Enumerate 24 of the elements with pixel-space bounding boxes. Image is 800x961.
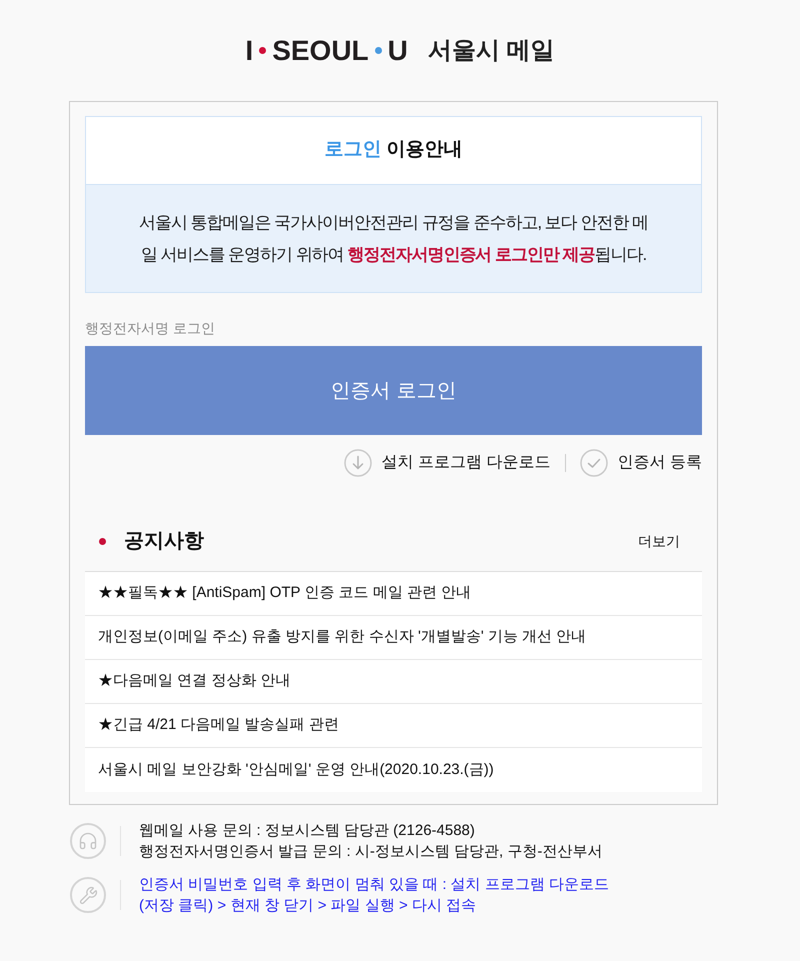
notice-item[interactable]: ★★필독★★ [AntiSpam] OTP 인증 코드 메일 관련 안내 [85, 572, 702, 616]
notice-item[interactable]: 서울시 메일 보안강화 '안심메일' 운영 안내(2020.10.23.(금)) [85, 748, 702, 792]
notice-title: 공지사항 [124, 529, 204, 554]
logo-text: SEOUL [272, 36, 369, 64]
login-label: 행정전자서명 로그인 [85, 319, 216, 337]
down-arrow-circle-icon [344, 449, 372, 477]
contact-text: 웹메일 사용 문의 : 정보시스템 담당관 (2126-4588) [139, 821, 476, 841]
contact-text: 행정전자서명인증서 발급 문의 : 시-정보시스템 담당관, 구청-전산부서 [139, 842, 604, 862]
logo-text: I [245, 36, 254, 64]
notice-item[interactable]: 개인정보(이메일 주소) 유출 방지를 위한 수신자 '개별발송' 기능 개선 안내 [85, 616, 702, 660]
logo-text: U [388, 36, 408, 64]
notice-item[interactable]: ★긴급 4/21 다음메일 발송실패 관련 [85, 704, 702, 748]
info-text: 서울시 통합메일은 국가사이버안전관리 규정을 준수하고, 보다 안전한 메일 서비스를 운영하기 위하여 행정전자서명인증서 로그인만 제공됩니다. [138, 212, 650, 266]
bullet-icon [99, 538, 106, 544]
notice-item[interactable]: ★다음메일 연결 정상화 안내 [85, 660, 702, 704]
headset-icon [70, 823, 106, 859]
wrench-icon [70, 877, 106, 913]
more-link[interactable]: 더보기 [638, 530, 680, 552]
check-circle-icon [580, 449, 608, 477]
download-link[interactable]: 설치 프로그램 다운로드 [344, 449, 551, 477]
service-name: 서울시 메일 [428, 38, 555, 62]
info-title: 로그인 이용안내 [324, 138, 463, 162]
troubleshoot-text: 인증서 비밀번호 입력 후 화면이 멈춰 있을 때 : 설치 프로그램 다운로드 (저장 클릭) > 현재 창 닫기 > 파일 실행 > 다시 접속 [139, 875, 610, 916]
register-link[interactable]: 인증서 등록 [580, 449, 702, 477]
